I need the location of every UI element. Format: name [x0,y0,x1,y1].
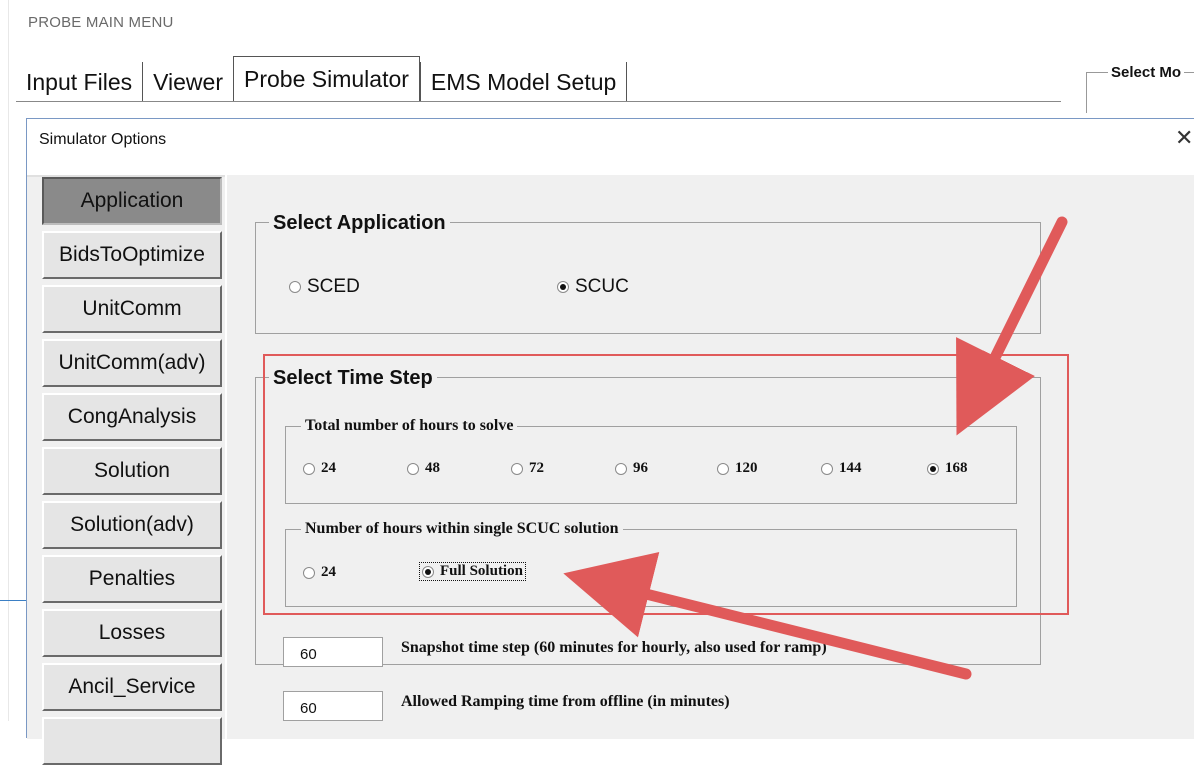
radio-scuc[interactable]: SCUC [557,276,629,298]
radio-hours-96[interactable]: 96 [615,460,648,477]
ramping-time-input[interactable]: 60 [283,691,383,721]
radio-hours-120[interactable]: 120 [717,460,758,477]
tab-ems-model-setup[interactable]: EMS Model Setup [419,62,628,102]
dialog-title: Simulator Options [39,131,167,148]
radio-hours-168[interactable]: 168 [927,460,968,477]
radio-button-selected-icon [557,281,569,293]
side-button-more[interactable] [42,717,222,765]
radio-button-icon [821,462,833,475]
total-hours-group [285,426,1017,504]
side-button-bidstooptimize[interactable]: BidsToOptimize [42,231,222,279]
radio-button-selected-icon [927,462,939,475]
snapshot-time-step-input[interactable]: 60 [283,637,383,667]
side-button-conganalysis[interactable]: CongAnalysis [42,393,222,441]
snapshot-time-step-label: Snapshot time step (60 minutes for hourl… [401,639,827,656]
radio-hours-144[interactable]: 144 [821,460,862,477]
total-hours-title: Total number of hours to solve [301,417,518,435]
select-application-title: Select Application [269,212,450,235]
side-button-unitcomm-adv[interactable]: UnitComm(adv) [42,339,222,387]
radio-hours-24[interactable]: 24 [303,460,336,477]
side-button-unitcomm[interactable]: UnitComm [42,285,222,333]
content-panel: Select Application SCED SCUC Select Time… [225,175,1194,739]
tab-divider [16,101,1061,102]
tab-viewer[interactable]: Viewer [142,62,233,102]
side-button-ancil-service[interactable]: Ancil_Service [42,663,222,711]
side-button-solution[interactable]: Solution [42,447,222,495]
radio-button-icon [615,462,627,475]
tab-probe-simulator[interactable]: Probe Simulator [233,56,420,102]
side-button-application[interactable]: Application [42,177,222,225]
single-solution-title: Number of hours within single SCUC solut… [301,520,623,538]
radio-button-icon [289,281,301,293]
side-button-penalties[interactable]: Penalties [42,555,222,603]
main-tab-bar: Input Files Viewer Probe Simulator EMS M… [16,56,628,102]
radio-button-icon [407,462,419,475]
radio-button-icon [303,566,315,579]
radio-button-selected-icon [422,565,434,578]
radio-single-24[interactable]: 24 [303,564,336,581]
select-application-group [255,222,1041,334]
side-button-losses[interactable]: Losses [42,609,222,657]
ramping-time-label: Allowed Ramping time from offline (in mi… [401,693,730,710]
radio-button-icon [303,462,315,475]
radio-sced[interactable]: SCED [289,276,360,298]
dialog-body: Application BidsToOptimize UnitComm Unit… [27,175,1194,765]
radio-hours-48[interactable]: 48 [407,460,440,477]
app-title: PROBE MAIN MENU [28,14,174,31]
single-solution-group [285,529,1017,607]
select-mode-title: Select Mo [1108,64,1185,81]
select-time-step-title: Select Time Step [269,367,437,390]
window-edge-line [8,0,9,721]
radio-button-icon [717,462,729,475]
radio-full-solution[interactable]: Full Solution [419,562,526,581]
window-accent-line [0,600,26,601]
close-icon[interactable]: ✕ [1175,125,1193,151]
radio-hours-72[interactable]: 72 [511,460,544,477]
radio-button-icon [511,462,523,475]
simulator-options-dialog: Simulator Options ✕ Application BidsToOp… [26,118,1194,765]
side-button-solution-adv[interactable]: Solution(adv) [42,501,222,549]
tab-input-files[interactable]: Input Files [16,62,142,102]
